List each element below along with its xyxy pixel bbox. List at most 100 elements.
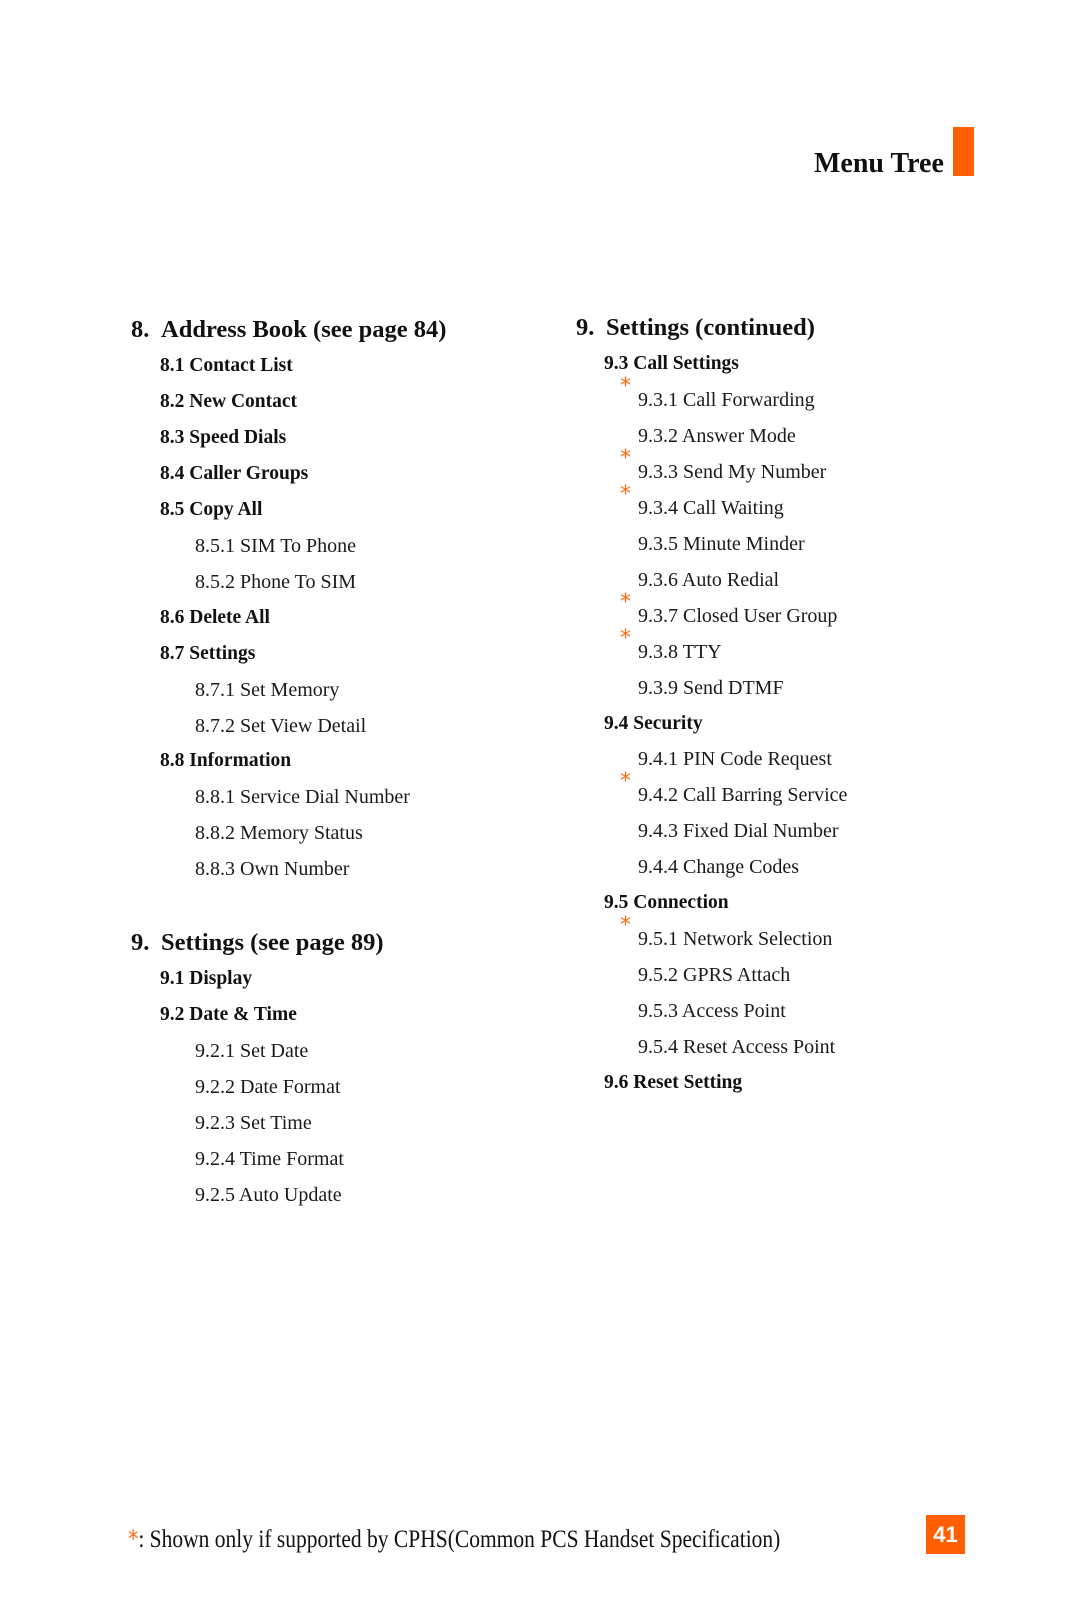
submenu-item: 9.3.6 Auto Redial (638, 568, 779, 592)
menu-item: 9.4 Security (604, 712, 703, 736)
item-label: 9.5.1 Network Selection (638, 928, 833, 951)
submenu-item: 8.5.2 Phone To SIM (195, 570, 356, 594)
asterisk-icon: * (620, 913, 631, 939)
section-heading: 9. Settings (see page 89) (131, 929, 384, 957)
menu-item: 9.6 Reset Setting (604, 1071, 742, 1095)
item-label: 9.5.3 Access Point (638, 1000, 786, 1023)
submenu-item: 9.5.1 Network Selection (638, 927, 832, 951)
submenu-item: 9.3.4 Call Waiting (638, 496, 784, 520)
menu-item: 9.3 Call Settings (604, 352, 739, 376)
submenu-item: 8.8.1 Service Dial Number (195, 785, 410, 809)
item-label: 9.3.9 Send DTMF (638, 676, 784, 699)
menu-item: 8.8 Information (160, 749, 291, 773)
item-label: 9.3.7 Closed User Group (638, 604, 838, 627)
section-number: 8. (131, 316, 150, 343)
menu-item: 9.5 Connection (604, 891, 729, 915)
item-label: 8.3 Speed Dials (160, 426, 287, 448)
submenu-item: 8.7.2 Set View Detail (195, 714, 366, 738)
asterisk-icon: * (620, 481, 631, 507)
menu-item: 8.4 Caller Groups (160, 462, 308, 486)
asterisk-icon: * (620, 625, 631, 651)
submenu-item: 9.3.5 Minute Minder (638, 532, 805, 556)
item-label: 8.5.2 Phone To SIM (195, 570, 357, 593)
section-number: 9. (576, 314, 595, 341)
submenu-item: 9.4.1 PIN Code Request (638, 747, 832, 771)
item-label: 9.3.2 Answer Mode (638, 424, 796, 447)
submenu-item: 9.2.2 Date Format (195, 1075, 341, 1099)
item-label: 8.6 Delete All (160, 606, 270, 628)
section-heading: 9. Settings (continued) (576, 314, 815, 341)
submenu-item: 8.8.3 Own Number (195, 857, 349, 881)
item-label: 8.4 Caller Groups (160, 462, 309, 484)
submenu-item: 9.2.4 Time Format (195, 1147, 344, 1171)
section-number: 9. (131, 929, 150, 957)
item-label: 8.7.1 Set Memory (195, 678, 340, 701)
section-heading: 8. Address Book (see page 84) (131, 316, 447, 343)
item-label: 9.2.5 Auto Update (195, 1183, 342, 1206)
submenu-item: 9.3.7 Closed User Group (638, 604, 837, 628)
item-label: 8.7.2 Set View Detail (195, 714, 367, 737)
submenu-item: 9.3.3 Send My Number (638, 460, 826, 484)
item-label: 9.4.4 Change Codes (638, 856, 800, 879)
page-number: 41 (926, 1515, 965, 1554)
menu-item: 9.1 Display (160, 967, 252, 991)
asterisk-icon: * (620, 445, 631, 471)
title-accent-bar (953, 127, 974, 176)
item-label: 9.1 Display (160, 968, 253, 990)
submenu-item: 9.3.2 Answer Mode (638, 424, 796, 448)
submenu-item: 9.5.4 Reset Access Point (638, 1035, 835, 1059)
asterisk-icon: * (620, 373, 631, 399)
item-label: 9.3.6 Auto Redial (638, 568, 780, 591)
item-label: 9.3.3 Send My Number (638, 460, 827, 483)
submenu-item: 9.4.4 Change Codes (638, 855, 799, 879)
menu-item: 8.5 Copy All (160, 498, 262, 522)
footnote-text: : Shown only if supported by CPHS(Common… (138, 1526, 781, 1553)
item-label: 8.1 Contact List (160, 355, 293, 376)
item-label: 9.2.4 Time Format (195, 1148, 344, 1170)
item-label: 9.5.4 Reset Access Point (638, 1036, 836, 1059)
item-label: 9.4.3 Fixed Dial Number (638, 820, 839, 843)
menu-item: 8.2 New Contact (160, 390, 297, 414)
page-title: Menu Tree (814, 148, 944, 179)
item-label: Address Book (see page 84) (161, 316, 447, 343)
asterisk-icon: * (620, 769, 631, 795)
menu-item: 8.1 Contact List (160, 354, 293, 378)
item-label: 8.8.1 Service Dial Number (195, 786, 410, 809)
item-label: 9.2.2 Date Format (195, 1076, 341, 1099)
footnote: *: Shown only if supported by CPHS(Commo… (128, 1524, 780, 1555)
submenu-item: 8.7.1 Set Memory (195, 678, 339, 702)
submenu-item: 9.3.1 Call Forwarding (638, 388, 815, 412)
item-label: 8.2 New Contact (160, 390, 298, 412)
item-label: 9.3.4 Call Waiting (638, 496, 784, 519)
item-label: 9.4 Security (604, 712, 703, 734)
submenu-item: 9.2.1 Set Date (195, 1039, 308, 1063)
submenu-item: 9.2.5 Auto Update (195, 1183, 342, 1207)
item-label: Settings (continued) (606, 314, 815, 341)
item-label: 9.5 Connection (604, 892, 729, 914)
item-label: 9.5.2 GPRS Attach (638, 964, 791, 987)
item-label: 8.7 Settings (160, 642, 256, 664)
submenu-item: 9.5.2 GPRS Attach (638, 963, 790, 987)
item-label: 8.8.3 Own Number (195, 858, 350, 881)
item-label: 8.8 Information (160, 750, 292, 772)
submenu-item: 9.4.3 Fixed Dial Number (638, 819, 839, 843)
submenu-item: 9.4.2 Call Barring Service (638, 783, 847, 807)
menu-item: 8.3 Speed Dials (160, 426, 286, 450)
item-label: 9.4.1 PIN Code Request (638, 748, 832, 771)
item-label: 9.6 Reset Setting (604, 1072, 743, 1093)
asterisk-icon: * (128, 1525, 139, 1553)
item-label: 8.8.2 Memory Status (195, 822, 363, 845)
submenu-item: 9.5.3 Access Point (638, 999, 786, 1023)
submenu-item: 9.2.3 Set Time (195, 1111, 312, 1135)
submenu-item: 9.3.9 Send DTMF (638, 676, 784, 700)
asterisk-icon: * (620, 589, 631, 615)
menu-item: 9.2 Date & Time (160, 1003, 297, 1027)
item-label: 9.3.5 Minute Minder (638, 532, 805, 555)
item-label: 9.4.2 Call Barring Service (638, 784, 848, 807)
item-label: 9.3.1 Call Forwarding (638, 388, 815, 411)
item-label: 8.5 Copy All (160, 498, 263, 520)
menu-item: 8.7 Settings (160, 642, 255, 666)
item-label: 9.2 Date & Time (160, 1004, 297, 1026)
item-label: Settings (see page 89) (161, 929, 384, 957)
item-label: 9.3.8 TTY (638, 640, 722, 663)
